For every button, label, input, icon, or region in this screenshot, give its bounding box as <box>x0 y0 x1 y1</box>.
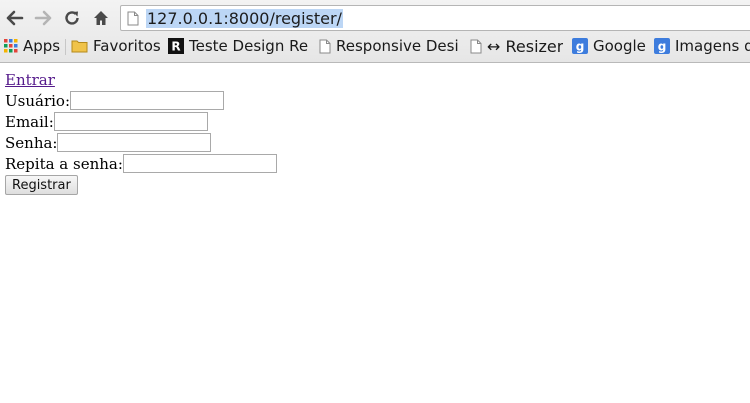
bookmark-google[interactable]: g Google <box>572 35 646 57</box>
bookmark-label: Imagens do <box>675 37 750 55</box>
password-repeat-input[interactable] <box>122 154 277 173</box>
bookmarks-bar: Apps Favoritos R Teste Design Resp Respo… <box>0 35 750 61</box>
register-page: Entrar Usuário: Email: Senha: Repita a s… <box>5 69 277 195</box>
bookmark-responsive-design[interactable]: Responsive Desig <box>319 35 459 57</box>
browser-chrome: 127.0.0.1:8000/register/ Apps Favoritos … <box>0 0 750 63</box>
register-form: Usuário: Email: Senha: Repita a senha: R… <box>5 90 277 195</box>
page-icon <box>127 11 139 30</box>
email-label: Email: <box>5 112 54 131</box>
username-input[interactable] <box>70 91 224 110</box>
password-input[interactable] <box>57 133 212 152</box>
bookmark-teste-design[interactable]: R Teste Design Resp <box>168 35 308 57</box>
bookmark-label: Teste Design Resp <box>189 37 308 55</box>
bookmark-imagens[interactable]: g Imagens do <box>654 35 750 57</box>
email-input[interactable] <box>53 112 208 131</box>
svg-text:R: R <box>171 40 180 54</box>
google-icon: g <box>572 38 588 54</box>
bookmark-label: ↔ Resizer <box>487 36 564 56</box>
home-icon <box>92 9 110 27</box>
url-text[interactable]: 127.0.0.1:8000/register/ <box>146 9 343 28</box>
page-icon <box>319 39 331 54</box>
forward-arrow-icon <box>34 10 52 26</box>
apps-grid-icon <box>4 39 18 53</box>
folder-icon <box>71 39 88 53</box>
bookmark-resizer[interactable]: ↔ Resizer <box>470 35 563 57</box>
login-link[interactable]: Entrar <box>5 71 55 89</box>
bookmark-label: Responsive Desig <box>336 37 459 55</box>
password-repeat-label: Repita a senha: <box>5 154 123 173</box>
page-icon <box>470 39 482 54</box>
bookmark-label: Favoritos <box>93 37 161 55</box>
r-logo-icon: R <box>168 38 184 54</box>
password-label: Senha: <box>5 133 58 152</box>
svg-text:g: g <box>576 40 585 54</box>
forward-button[interactable] <box>32 7 54 29</box>
bookmark-apps[interactable]: Apps <box>4 35 60 57</box>
back-arrow-icon <box>6 10 24 26</box>
back-button[interactable] <box>4 7 26 29</box>
svg-text:g: g <box>658 40 667 54</box>
username-label: Usuário: <box>5 91 70 110</box>
bookmark-separator <box>65 39 66 55</box>
home-button[interactable] <box>90 7 112 29</box>
google-icon: g <box>654 38 670 54</box>
register-button[interactable]: Registrar <box>5 175 78 195</box>
reload-button[interactable] <box>61 7 83 29</box>
bookmark-label: Apps <box>23 37 61 55</box>
reload-icon <box>63 9 81 27</box>
bookmark-label: Google <box>593 37 646 55</box>
address-bar[interactable]: 127.0.0.1:8000/register/ <box>120 5 750 31</box>
bookmark-favoritos[interactable]: Favoritos <box>71 35 161 57</box>
